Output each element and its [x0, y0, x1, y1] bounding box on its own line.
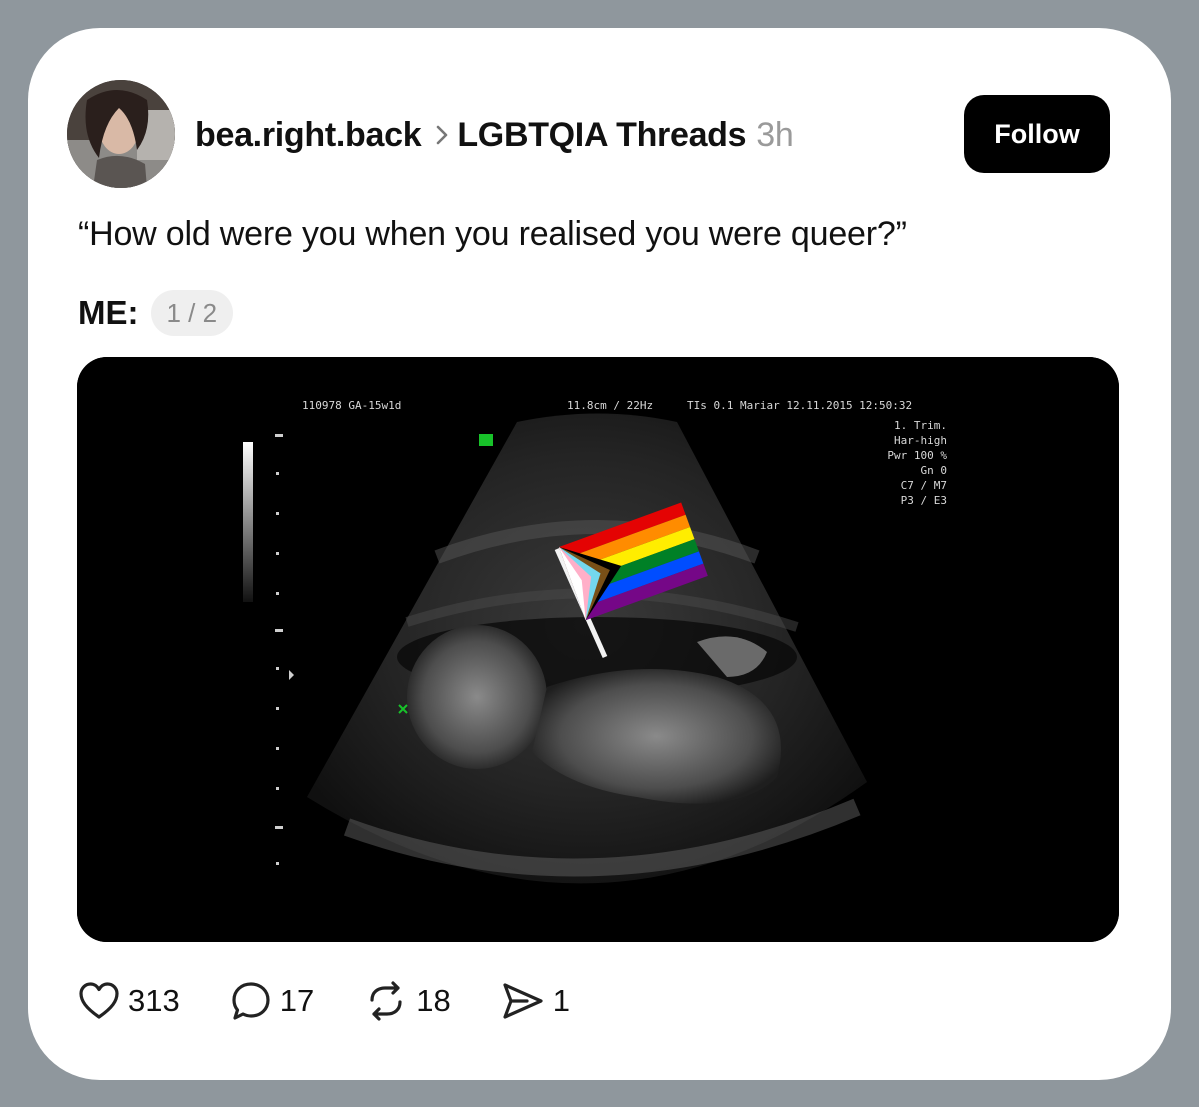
- share-button[interactable]: 1: [501, 981, 570, 1021]
- ultrasound-info-text: TIs 0.1 Mariar 12.11.2015 12:50:32: [687, 399, 912, 412]
- action-bar: 313 17 18 1: [78, 975, 620, 1027]
- post-header: bea.right.back LGBTQIA Threads 3h: [195, 110, 794, 160]
- avatar-image: [67, 80, 175, 188]
- ultrasound-param: Pwr 100 %: [887, 449, 947, 462]
- comment-icon: [230, 980, 272, 1022]
- share-count: 1: [552, 983, 570, 1018]
- comment-count: 17: [279, 983, 315, 1018]
- ultrasound-scale-text: 11.8cm / 22Hz: [567, 399, 653, 412]
- like-count: 313: [128, 983, 180, 1018]
- follow-button[interactable]: Follow: [964, 95, 1110, 173]
- ultrasound-param: Har-high: [894, 434, 947, 447]
- ultrasound-image: 110978 GA-15w1d 11.8cm / 22Hz TIs 0.1 Ma…: [77, 357, 1119, 942]
- screenshot-frame: bea.right.back LGBTQIA Threads 3h Follow…: [0, 0, 1199, 1107]
- avatar[interactable]: [67, 80, 175, 188]
- caption-label: ME:: [78, 294, 139, 331]
- post-media[interactable]: 110978 GA-15w1d 11.8cm / 22Hz TIs 0.1 Ma…: [77, 357, 1119, 942]
- repost-icon: [364, 980, 408, 1022]
- chevron-right-icon: [435, 124, 449, 146]
- ultrasound-param: 1. Trim.: [894, 419, 947, 432]
- like-button[interactable]: 313: [78, 981, 180, 1021]
- community-link[interactable]: LGBTQIA Threads: [457, 116, 746, 155]
- ultrasound-id-text: 110978 GA-15w1d: [302, 399, 401, 412]
- username-link[interactable]: bea.right.back: [195, 116, 422, 155]
- comment-button[interactable]: 17: [230, 980, 314, 1022]
- ultrasound-param: C7 / M7: [901, 479, 947, 492]
- heart-icon: [78, 981, 120, 1021]
- send-icon: [501, 981, 545, 1021]
- repost-count: 18: [416, 983, 451, 1018]
- ultrasound-param: Gn 0: [921, 464, 948, 477]
- media-pager-badge: 1 / 2: [150, 290, 234, 336]
- ultrasound-param: P3 / E3: [901, 494, 947, 507]
- post-timestamp: 3h: [756, 115, 794, 154]
- post-text: “How old were you when you realised you …: [78, 215, 907, 253]
- repost-button[interactable]: 18: [364, 980, 451, 1022]
- caption-row: ME: 1 / 2: [78, 288, 234, 338]
